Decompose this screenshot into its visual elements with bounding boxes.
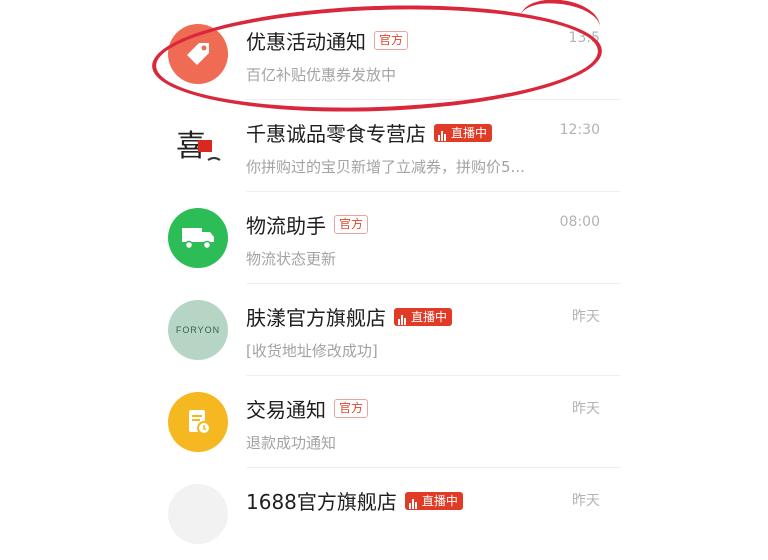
message-preview: 退款成功通知 (246, 434, 337, 452)
live-badge-label: 直播中 (411, 309, 448, 324)
message-preview: 物流状态更新 (246, 250, 337, 268)
official-badge: 官方 (334, 399, 369, 418)
official-badge: 官方 (334, 215, 369, 234)
message-item-logistics[interactable]: 物流助手 官方 物流状态更新 08:00 (150, 192, 620, 284)
message-item-transaction[interactable]: 交易通知 官方 退款成功通知 昨天 (150, 376, 620, 468)
message-item-promotion[interactable]: 优惠活动通知 官方 百亿补贴优惠券发放中 13:5 (150, 8, 620, 100)
message-time: 13:5 (568, 30, 600, 46)
message-preview: 百亿补贴优惠券发放中 (246, 66, 397, 84)
message-time: 昨天 (572, 493, 600, 509)
message-title: 物流助手 (246, 214, 326, 238)
live-badge: 直播中 (404, 491, 463, 510)
store-logo-icon (168, 484, 228, 544)
message-time: 08:00 (559, 214, 600, 230)
store-logo-icon: 喜 (168, 116, 228, 176)
live-icon (438, 125, 447, 141)
message-time: 昨天 (572, 401, 600, 417)
message-item-brand-store[interactable]: FORYON 肤漾官方旗舰店 直播中 [收货地址修改成功] 昨天 (150, 284, 620, 376)
truck-icon (168, 208, 228, 268)
message-title: 优惠活动通知 (246, 30, 366, 54)
message-list: 优惠活动通知 官方 百亿补贴优惠券发放中 13:5 喜 千惠诚品零食专营店 直播… (150, 0, 620, 544)
live-badge: 直播中 (394, 307, 453, 326)
live-badge-label: 直播中 (451, 125, 488, 140)
brand-logo-icon: FORYON (168, 300, 228, 360)
price-tag-icon (168, 24, 228, 84)
message-preview: 你拼购过的宝贝新增了立减券，拼购价5... (246, 158, 525, 176)
live-badge-label: 直播中 (421, 493, 458, 508)
official-badge: 官方 (374, 31, 409, 50)
live-icon (408, 493, 418, 509)
message-item-store[interactable]: 喜 千惠诚品零食专营店 直播中 你拼购过的宝贝新增了立减券，拼购价5... 12… (150, 100, 620, 192)
message-title: 1688官方旗舰店 (246, 490, 397, 514)
message-time: 12:30 (559, 122, 600, 138)
live-icon (398, 309, 407, 325)
message-item-store-1688[interactable]: 1688官方旗舰店 直播中 昨天 (150, 468, 620, 560)
live-badge: 直播中 (434, 123, 493, 142)
message-title: 千惠诚品零食专营店 (246, 122, 426, 146)
document-icon (168, 392, 228, 452)
message-preview: [收货地址修改成功] (246, 342, 378, 360)
message-time: 昨天 (572, 309, 600, 325)
message-title: 交易通知 (246, 398, 326, 422)
message-title: 肤漾官方旗舰店 (246, 306, 386, 330)
